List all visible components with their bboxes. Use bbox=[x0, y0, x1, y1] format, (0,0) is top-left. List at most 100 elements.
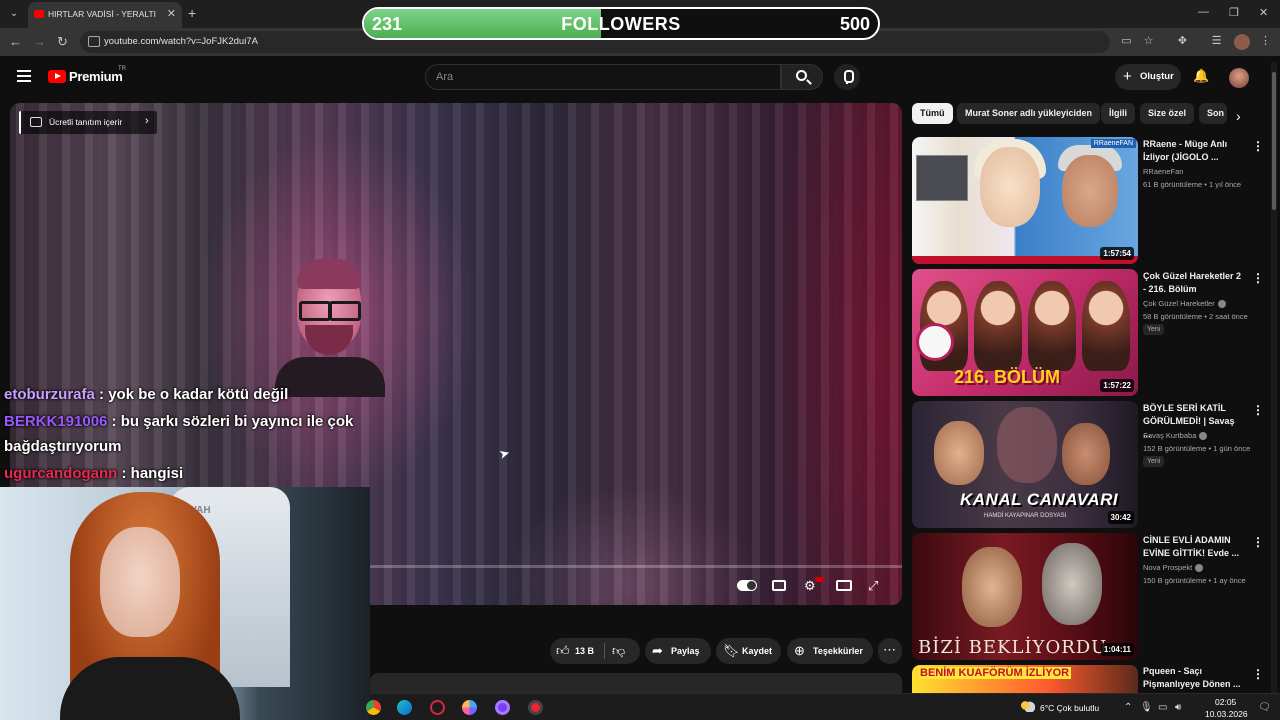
verified-icon bbox=[1199, 432, 1208, 441]
super-thanks-icon: ⊕ bbox=[794, 643, 805, 658]
obs-icon[interactable] bbox=[528, 700, 543, 715]
youtube-logo-icon[interactable] bbox=[48, 70, 66, 83]
plus-icon: + bbox=[1123, 68, 1132, 85]
thumbnail-tag: RRaeneFAN bbox=[1090, 139, 1136, 148]
chip-uploader[interactable]: Murat Soner adlı yükleyiciden bbox=[957, 103, 1101, 124]
site-info-icon[interactable] bbox=[88, 36, 100, 47]
search-input[interactable]: Ara bbox=[425, 64, 781, 90]
video-thumbnail[interactable]: 216. BÖLÜM 1:57:22 bbox=[912, 269, 1138, 396]
verified-icon bbox=[1217, 300, 1226, 309]
more-options-icon[interactable]: ⋮ bbox=[1252, 403, 1264, 417]
tab-close-icon[interactable]: ✕ bbox=[167, 7, 176, 20]
search-button[interactable] bbox=[781, 64, 823, 90]
channel-name[interactable]: Savaş Kurtbaba bbox=[1143, 431, 1208, 441]
channel-name[interactable]: Nova Prospekt bbox=[1143, 563, 1204, 573]
notifications-icon[interactable]: 🗨︎ bbox=[1258, 702, 1271, 713]
video-title[interactable]: CİNLE EVLİ ADAMIN EVİNE GİTTİK! Evde ... bbox=[1143, 534, 1243, 560]
more-options-icon[interactable]: ⋮ bbox=[1252, 667, 1262, 681]
window-close-button[interactable]: ✕ bbox=[1259, 6, 1268, 19]
forward-icon[interactable]: → bbox=[33, 34, 46, 49]
chip-all[interactable]: Tümü bbox=[912, 103, 953, 124]
video-thumbnail[interactable]: KANAL CANAVARI HAMDİ KAYAPINAR DOSYASI 3… bbox=[912, 401, 1138, 528]
create-button[interactable]: + Oluştur bbox=[1115, 64, 1181, 90]
clock-time[interactable]: 02:05 bbox=[1215, 697, 1236, 707]
page-scrollbar[interactable] bbox=[1271, 62, 1277, 693]
browser-tab[interactable]: HIRTLAR VADİSİ - YERALTI DİZİ ✕ bbox=[28, 2, 182, 28]
cast-icon[interactable]: ▭ bbox=[1120, 35, 1133, 48]
chat-message: etoburzurafa : yok be o kadar kötü değil bbox=[4, 386, 289, 403]
followers-label: FOLLOWERS bbox=[561, 14, 681, 34]
theater-mode-icon[interactable] bbox=[836, 580, 852, 591]
browser-menu-icon[interactable]: ⋮ bbox=[1259, 35, 1272, 48]
show-logo-icon bbox=[916, 323, 954, 361]
share-button[interactable]: ➦ Paylaş bbox=[645, 638, 711, 664]
reload-icon[interactable]: ↻ bbox=[57, 34, 68, 50]
extensions-icon[interactable]: ✥ bbox=[1176, 35, 1189, 48]
minimize-button[interactable]: — bbox=[1198, 6, 1209, 18]
more-actions-button[interactable]: ⋯ bbox=[878, 638, 902, 664]
chip-related[interactable]: İlgili bbox=[1101, 103, 1135, 124]
recommendation-item[interactable]: BENİM KUAFÖRÜM İZLİYOR Pqueen - Saçı Piş… bbox=[912, 665, 1262, 693]
video-title[interactable]: Pqueen - Saçı Pişmanlıyeye Dönen ... bbox=[1143, 665, 1243, 691]
channel-name[interactable]: RRaeneFan bbox=[1143, 167, 1183, 176]
network-icon[interactable]: ▭ bbox=[1158, 702, 1167, 713]
microphone-icon[interactable]: 🎙︎ bbox=[1140, 702, 1153, 713]
menu-icon[interactable] bbox=[17, 70, 31, 82]
dislike-icon[interactable]: 👎︎ bbox=[612, 643, 625, 659]
more-options-icon[interactable]: ⋮ bbox=[1252, 271, 1264, 285]
like-icon[interactable]: 👍︎ bbox=[556, 643, 570, 659]
subtitles-icon[interactable] bbox=[772, 580, 786, 591]
fullscreen-icon[interactable]: ⤢ bbox=[868, 578, 878, 594]
video-duration: 1:04:11 bbox=[1100, 643, 1134, 656]
video-title[interactable]: RRaene - Müge Anlı İzliyor (JİGOLO ... bbox=[1143, 138, 1243, 164]
more-options-icon[interactable]: ⋮ bbox=[1252, 139, 1264, 153]
reading-list-icon[interactable]: ☰ bbox=[1210, 35, 1223, 48]
bookmark-star-icon[interactable]: ☆ bbox=[1142, 35, 1155, 48]
opera-icon[interactable] bbox=[430, 700, 445, 715]
clock-date[interactable]: 10.03.2026 bbox=[1205, 709, 1248, 719]
save-button[interactable]: 🔖︎ Kaydet bbox=[716, 638, 781, 664]
like-count[interactable]: 13 B bbox=[575, 646, 594, 656]
weather-icon[interactable] bbox=[1020, 700, 1035, 712]
video-thumbnail[interactable]: RRaeneFAN 1:57:54 bbox=[912, 137, 1138, 264]
chat-username: etoburzurafa bbox=[4, 386, 95, 403]
edge-icon[interactable] bbox=[397, 700, 412, 715]
verified-icon bbox=[1195, 564, 1204, 573]
more-horizontal-icon: ⋯ bbox=[883, 642, 896, 657]
paid-promotion-badge[interactable]: Ücretli tanıtım içerir › bbox=[19, 111, 157, 134]
tray-chevron-icon[interactable]: ⌃ bbox=[1124, 702, 1132, 713]
video-title[interactable]: Çok Güzel Hareketler 2 - 216. Bölüm bbox=[1143, 270, 1243, 296]
region-code: TR bbox=[118, 66, 126, 72]
url-text: youtube.com/watch?v=JoFJK2dui7A bbox=[104, 36, 258, 47]
chrome-icon[interactable] bbox=[366, 700, 381, 715]
windows-taskbar: 6°C Çok bulutlu ⌃ 🎙︎ ▭ 🔊︎ 02:05 10.03.20… bbox=[366, 693, 1280, 720]
weather-text[interactable]: 6°C Çok bulutlu bbox=[1040, 703, 1099, 713]
voice-search-icon[interactable] bbox=[834, 64, 860, 90]
chips-next-chevron-icon[interactable]: › bbox=[1236, 108, 1241, 124]
thanks-label: Teşekkürler bbox=[813, 646, 863, 656]
more-options-icon[interactable]: ⋮ bbox=[1252, 535, 1264, 549]
chip-recent[interactable]: Son bbox=[1199, 103, 1227, 124]
tab-search-icon[interactable]: ⌄ bbox=[6, 6, 22, 22]
search-placeholder: Ara bbox=[436, 71, 454, 83]
app-icon[interactable] bbox=[495, 700, 510, 715]
autoplay-toggle[interactable] bbox=[737, 580, 757, 591]
volume-icon[interactable]: 🔊︎ bbox=[1175, 702, 1181, 713]
video-duration: 30:42 bbox=[1107, 511, 1134, 524]
channel-name[interactable]: Çok Güzel Hareketler bbox=[1143, 299, 1226, 309]
description-box[interactable] bbox=[370, 673, 902, 693]
settings-gear-icon[interactable]: ⚙ bbox=[804, 578, 816, 594]
account-avatar[interactable] bbox=[1229, 68, 1249, 88]
copilot-icon[interactable] bbox=[462, 700, 477, 715]
notifications-bell-icon[interactable]: 🔔 bbox=[1193, 69, 1209, 83]
new-tab-button[interactable]: + bbox=[188, 5, 196, 21]
video-thumbnail[interactable]: BENİM KUAFÖRÜM İZLİYOR bbox=[912, 665, 1138, 693]
browser-profile-avatar[interactable] bbox=[1234, 34, 1250, 50]
thanks-button[interactable]: ⊕ Teşekkürler bbox=[787, 638, 873, 664]
chat-message: BERKK191006 : bu şarkı sözleri bi yayınc… bbox=[4, 413, 354, 455]
restore-button[interactable]: ❐ bbox=[1229, 6, 1239, 19]
back-icon[interactable]: ← bbox=[9, 34, 22, 49]
chip-for-you[interactable]: Size özel bbox=[1140, 103, 1195, 124]
brand-name[interactable]: Premium bbox=[69, 69, 123, 84]
video-thumbnail[interactable]: BİZİ BEKLİYORDU 1:04:11 bbox=[912, 533, 1138, 660]
